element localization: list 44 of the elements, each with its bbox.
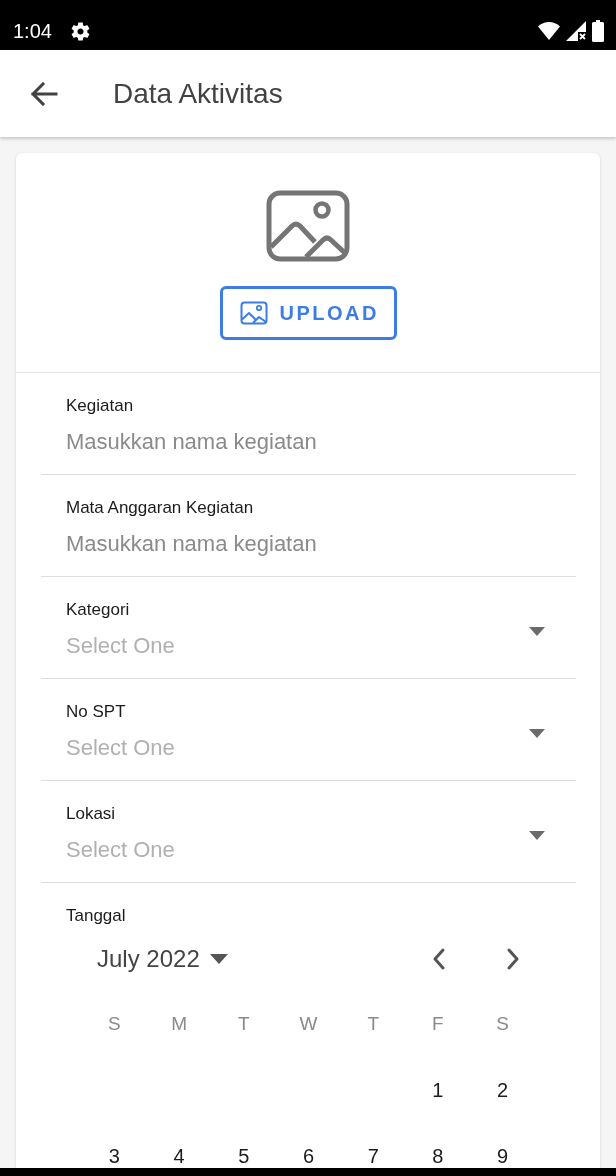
weekday-label: M bbox=[171, 1013, 187, 1035]
chevron-left-icon bbox=[433, 948, 445, 970]
calendar-day[interactable]: 1 bbox=[417, 1078, 458, 1102]
caret-icon bbox=[209, 954, 228, 964]
calendar-day[interactable]: 4 bbox=[159, 1144, 200, 1168]
caret-icon[interactable] bbox=[529, 729, 545, 738]
caret-icon[interactable] bbox=[529, 831, 545, 840]
image-placeholder-icon bbox=[266, 190, 350, 262]
signal-icon bbox=[566, 21, 586, 41]
field-label: Mata Anggaran Kegiatan bbox=[66, 498, 255, 518]
weekday-label: S bbox=[496, 1013, 509, 1035]
input-field[interactable]: Masukkan nama kegiatan bbox=[66, 530, 576, 558]
wifi-icon bbox=[538, 22, 560, 40]
upload-button[interactable]: UPLOAD bbox=[219, 286, 397, 340]
weekday-label: T bbox=[367, 1013, 379, 1035]
settings-icon bbox=[70, 21, 90, 41]
field-label: No SPT bbox=[66, 702, 127, 722]
page-title: Data Aktivitas bbox=[113, 76, 283, 111]
field-label: Lokasi bbox=[66, 804, 117, 824]
caret-icon[interactable] bbox=[529, 627, 545, 636]
calendar-day[interactable]: 3 bbox=[94, 1144, 135, 1168]
chevron-right-icon bbox=[507, 948, 519, 970]
weekday-label: T bbox=[237, 1013, 250, 1035]
input-field[interactable]: Masukkan nama kegiatan bbox=[66, 428, 576, 456]
back-arrow-icon bbox=[30, 81, 58, 106]
image-icon bbox=[239, 301, 268, 325]
field-label: Kegiatan bbox=[66, 396, 135, 416]
calendar-day[interactable]: 6 bbox=[288, 1144, 329, 1168]
calendar-day[interactable]: 2 bbox=[482, 1078, 523, 1102]
calendar-day[interactable]: 7 bbox=[353, 1144, 394, 1168]
dropdown-field[interactable]: Select One bbox=[66, 836, 519, 864]
field-label: Tanggal bbox=[66, 906, 127, 926]
calendar-day[interactable]: 5 bbox=[223, 1144, 264, 1168]
month-selector[interactable]: July 2022 bbox=[97, 944, 228, 974]
weekday-label: W bbox=[299, 1013, 318, 1035]
dropdown-field[interactable]: Select One bbox=[66, 734, 519, 762]
calendar-day[interactable]: 8 bbox=[417, 1144, 458, 1168]
battery-icon bbox=[592, 20, 604, 42]
weekday-label: S bbox=[108, 1013, 121, 1035]
weekday-label: F bbox=[432, 1013, 444, 1035]
field-label: Kategori bbox=[66, 600, 131, 620]
calendar-day[interactable]: 9 bbox=[482, 1144, 523, 1168]
status-time: 1:04 bbox=[13, 19, 52, 43]
dropdown-field[interactable]: Select One bbox=[66, 632, 519, 660]
